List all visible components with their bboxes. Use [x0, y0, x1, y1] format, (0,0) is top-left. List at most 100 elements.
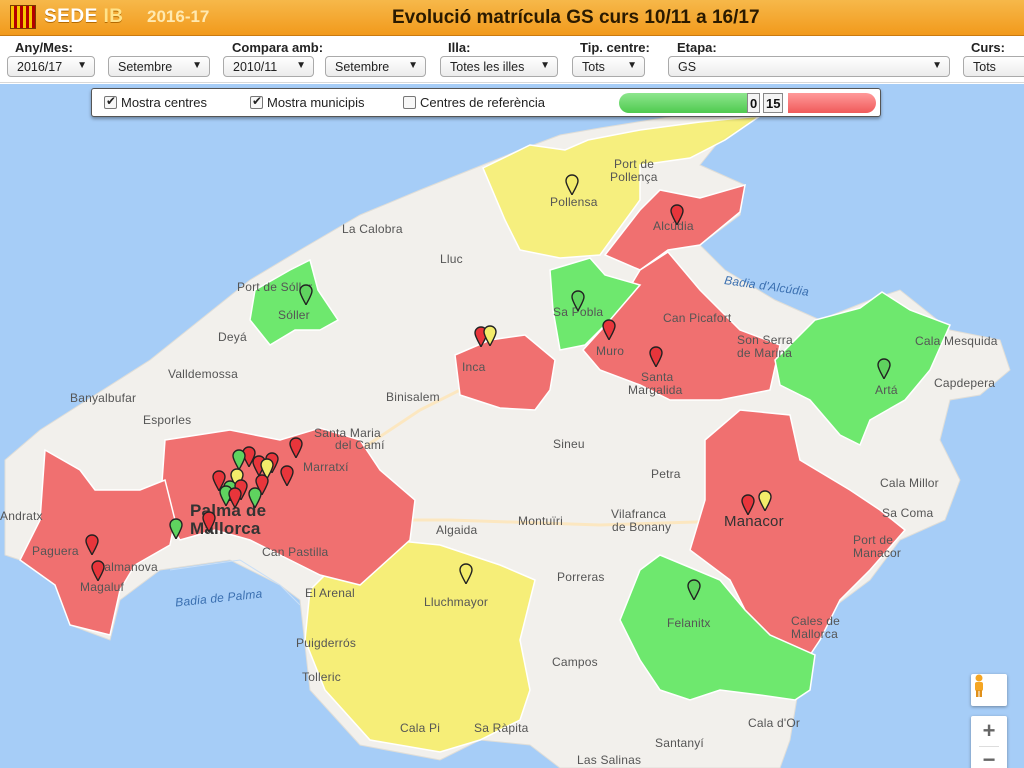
map-marker-yellow-icon[interactable]	[565, 174, 579, 196]
map-marker-green-icon[interactable]	[877, 358, 891, 380]
label-sa-rapita: Sa Ràpita	[474, 721, 529, 735]
range-slider-red[interactable]	[788, 93, 876, 113]
label-deya: Deyá	[218, 330, 247, 344]
label-algaida: Algaida	[436, 523, 478, 537]
tip-centre-label: Tip. centre:	[580, 40, 650, 55]
label-porreras: Porreras	[557, 570, 605, 584]
caret-down-icon: ▼	[540, 60, 550, 71]
any-select-value: 2016/17	[17, 60, 63, 74]
mostra-municipis-checkbox[interactable]: Mostra municipis	[250, 94, 365, 110]
curs-select-value: Tots	[973, 60, 996, 74]
label-palmanova: Palmanova	[96, 560, 158, 574]
brand-logo: SEDE IB	[44, 6, 124, 28]
label-sa-coma: Sa Coma	[882, 506, 934, 520]
tip-centre-value: Tots	[582, 60, 605, 74]
label-el-arenal: El Arenal	[305, 586, 355, 600]
mostra-centres-label: Mostra centres	[121, 95, 207, 110]
map-marker-green-icon[interactable]	[299, 284, 313, 306]
pegman-icon	[975, 674, 983, 697]
label-valldemossa: Valldemossa	[168, 367, 239, 381]
brand-suffix: IB	[103, 6, 124, 27]
caret-down-icon: ▼	[627, 60, 637, 71]
centres-referencia-label: Centres de referència	[420, 95, 546, 110]
label-lluc: Lluc	[440, 252, 463, 266]
centres-referencia-checkbox[interactable]: Centres de referència	[403, 95, 545, 110]
label-inca: Inca	[462, 360, 486, 374]
caret-down-icon: ▼	[296, 60, 306, 71]
label-montuiri: Montuïri	[518, 514, 563, 528]
header-year: 2016-17	[147, 7, 210, 26]
caret-down-icon: ▼	[192, 60, 202, 71]
map-marker-yellow-icon[interactable]	[483, 325, 497, 347]
mostra-centres-checkbox[interactable]: Mostra centres	[104, 94, 207, 110]
street-view-button[interactable]	[971, 674, 1007, 706]
map-marker-green-icon[interactable]	[248, 487, 262, 509]
curs-select[interactable]: Tots	[963, 56, 1024, 77]
mes-select[interactable]: Setembre ▼	[108, 56, 210, 77]
map-marker-green-icon[interactable]	[169, 518, 183, 540]
checkbox-checked-icon	[250, 94, 263, 109]
checkbox-unchecked-icon	[403, 96, 416, 109]
compara-mes-value: Setembre	[335, 60, 390, 74]
compara-any-value: 2010/11	[233, 60, 278, 74]
map-marker-yellow-icon[interactable]	[758, 490, 772, 512]
map-marker-green-icon[interactable]	[571, 290, 585, 312]
brand-name: SEDE	[44, 6, 98, 27]
caret-down-icon: ▼	[932, 60, 942, 71]
illa-select[interactable]: Totes les illes ▼	[440, 56, 558, 77]
map-marker-red-icon[interactable]	[289, 437, 303, 459]
zoom-out-button[interactable]: −	[971, 747, 1007, 768]
tip-centre-select[interactable]: Tots ▼	[572, 56, 645, 77]
label-la-calobra: La Calobra	[342, 222, 403, 236]
illa-select-value: Totes les illes	[450, 60, 525, 74]
label-can-pastilla: Can Pastilla	[262, 545, 329, 559]
label-santa-margalida-1: Santa	[641, 370, 674, 384]
label-muro: Muro	[596, 344, 625, 358]
label-can-picafort: Can Picafort	[663, 311, 732, 325]
label-soller: Sóller	[278, 308, 310, 322]
map-marker-red-icon[interactable]	[85, 534, 99, 556]
map-marker-red-icon[interactable]	[280, 465, 294, 487]
label-paguera: Paguera	[32, 544, 79, 558]
label-port-manacor-2: Manacor	[853, 546, 902, 560]
range-slider-green[interactable]	[619, 93, 747, 113]
label-andratx: Andratx	[0, 509, 43, 523]
label-pollensa: Pollensa	[550, 195, 598, 209]
map-marker-green-icon[interactable]	[687, 579, 701, 601]
map-marker-red-icon[interactable]	[91, 560, 105, 582]
range-max-value[interactable]: 15	[763, 93, 784, 113]
label-sineu: Sineu	[553, 437, 585, 451]
label-las-salinas: Las Salinas	[577, 753, 642, 767]
zoom-in-button[interactable]: +	[971, 716, 1007, 746]
label-port-pollenca-1: Port de	[614, 157, 655, 171]
any-select[interactable]: 2016/17 ▼	[7, 56, 95, 77]
map-view[interactable]: Port de Pollença Pollensa La Calobra Alc…	[0, 84, 1024, 768]
label-binisalem: Binisalem	[386, 390, 440, 404]
map-marker-yellow-icon[interactable]	[459, 563, 473, 585]
range-min-value[interactable]: 0	[747, 93, 761, 113]
compara-label: Compara amb:	[232, 40, 324, 55]
compara-any-select[interactable]: 2010/11 ▼	[223, 56, 314, 77]
map-marker-red-icon[interactable]	[741, 494, 755, 516]
label-port-manacor-1: Port de	[853, 533, 894, 547]
etapa-select-value: GS	[678, 60, 697, 74]
label-son-serra-2: de Marina	[737, 346, 793, 360]
label-son-serra-1: Son Serra	[737, 333, 793, 347]
label-marratxi: Marratxí	[303, 460, 349, 474]
etapa-label: Etapa:	[677, 40, 717, 55]
label-santanyi: Santanyí	[655, 736, 704, 750]
caret-down-icon: ▼	[408, 60, 418, 71]
filter-bar: Any/Mes: 2016/17 ▼ Setembre ▼ Compara amb:…	[0, 37, 1024, 83]
map-marker-red-icon[interactable]	[228, 487, 242, 509]
compara-mes-select[interactable]: Setembre ▼	[325, 56, 426, 77]
etapa-select[interactable]: GS ▼	[668, 56, 950, 77]
label-lluchmayor: Lluchmayor	[424, 595, 489, 609]
label-capdepera: Capdepera	[934, 376, 996, 390]
map-marker-red-icon[interactable]	[602, 319, 616, 341]
map-marker-red-icon[interactable]	[202, 511, 216, 533]
map-marker-red-icon[interactable]	[670, 204, 684, 226]
map-marker-red-icon[interactable]	[649, 346, 663, 368]
label-esporles: Esporles	[143, 413, 192, 427]
label-santa-maria-2: del Camí	[335, 438, 385, 452]
label-santa-margalida-2: Margalida	[628, 383, 683, 397]
